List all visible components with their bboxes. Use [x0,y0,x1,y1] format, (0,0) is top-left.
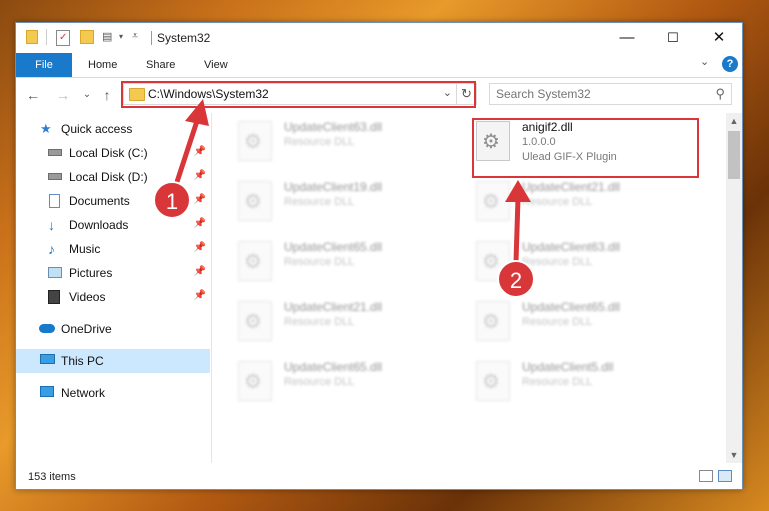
annotation-arrows [172,99,531,263]
arrow-1-head [185,99,209,126]
arrow-2-head [505,180,531,202]
arrow-1-shaft [172,117,201,189]
arrow-2-shaft [513,197,521,263]
step-2-badge: 2 [497,260,535,298]
step-1-badge: 1 [153,181,191,219]
